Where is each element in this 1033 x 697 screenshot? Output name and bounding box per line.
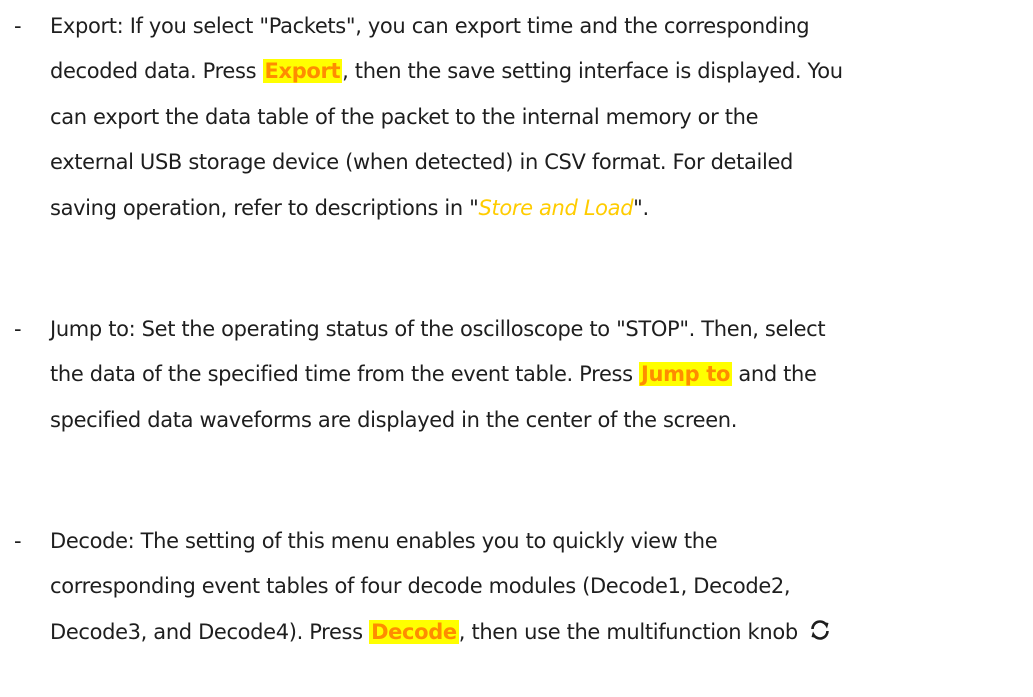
text-line: can export the data table of the packet …: [50, 104, 759, 129]
text-line: the data of the specified time from the …: [50, 362, 817, 387]
bullet-marker: -: [14, 14, 22, 38]
text-line: corresponding event tables of four decod…: [50, 574, 791, 599]
text-line: Jump to: Set the operating status of the…: [50, 317, 826, 341]
menu-key-highlight: Export: [262, 59, 343, 84]
bullet-marker: -: [14, 529, 22, 553]
menu-key-highlight: Decode: [369, 619, 459, 644]
bullet-text: Export: If you select "Packets", you can…: [50, 4, 1020, 231]
text-line: Export: If you select "Packets", you can…: [50, 14, 810, 38]
text-line: Decode3, and Decode4). Press Decode, the…: [50, 610, 1020, 655]
cross-reference-link[interactable]: Store and Load: [479, 196, 634, 220]
bullet-text: Jump to: Set the operating status of the…: [50, 307, 1020, 443]
text-line: Decode: The setting of this menu enables…: [50, 529, 718, 553]
rotate-knob-icon: [808, 613, 832, 658]
text-line: decoded data. Press Export, then the sav…: [50, 59, 843, 84]
text-line: external USB storage device (when detect…: [50, 150, 794, 175]
bullet-marker: -: [14, 317, 22, 341]
text-line: saving operation, refer to descriptions …: [50, 195, 649, 220]
text-line: specified data waveforms are displayed i…: [50, 407, 738, 432]
menu-key-highlight: Jump to: [639, 362, 733, 387]
bullet-text: Decode: The setting of this menu enables…: [50, 519, 1020, 655]
